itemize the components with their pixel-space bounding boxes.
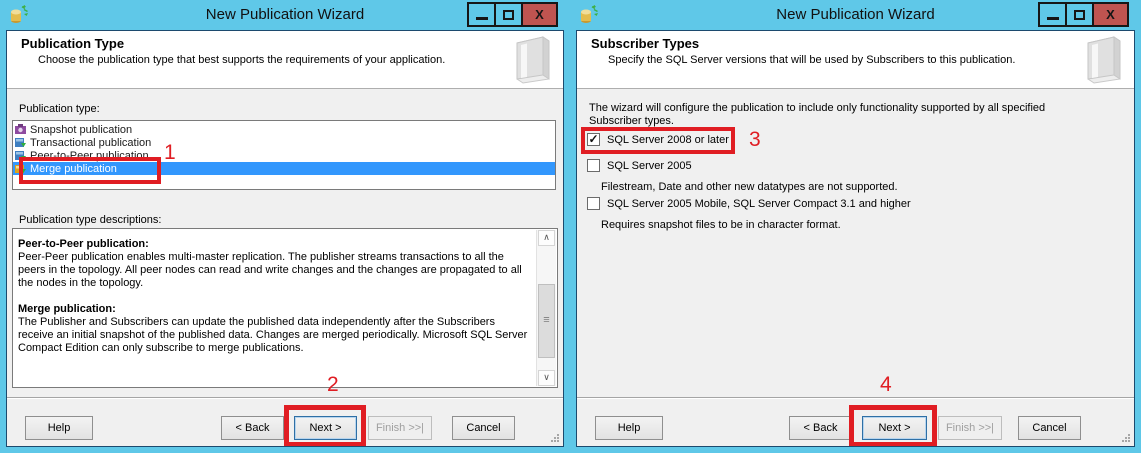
resize-grip[interactable] — [551, 434, 560, 443]
book-icon — [1087, 36, 1121, 84]
titlebar[interactable]: New Publication Wizard X — [0, 0, 570, 30]
next-button[interactable]: Next > — [294, 416, 357, 440]
check-icon: ✓ — [588, 132, 599, 146]
description-body: Peer-Peer publication enables multi-mast… — [18, 251, 522, 289]
screenshot-canvas: New Publication Wizard X Publication Typ… — [0, 0, 1141, 453]
description-body: The Publisher and Subscribers can update… — [18, 316, 528, 354]
peer-to-peer-publication-icon — [15, 151, 26, 160]
close-button[interactable]: X — [521, 2, 558, 27]
minimize-icon — [1046, 17, 1059, 20]
merge-publication-icon — [15, 165, 26, 174]
checkbox-note: Filestream, Date and other new datatypes… — [601, 181, 898, 193]
unchecked-checkbox-icon[interactable] — [587, 159, 600, 172]
checkbox-label: SQL Server 2005 — [607, 159, 692, 172]
page-title: Subscriber Types — [591, 36, 700, 51]
scroll-up-icon[interactable]: ∧ — [538, 230, 555, 246]
list-item-transactional[interactable]: Transactional publication — [13, 136, 555, 149]
list-item-label: Merge publication — [30, 162, 117, 175]
footer-separator — [577, 397, 1134, 399]
maximize-icon — [1074, 9, 1085, 20]
scrollbar-thumb[interactable]: ≡ — [538, 284, 555, 358]
checkbox-note: Requires snapshot files to be in charact… — [601, 219, 841, 231]
close-icon: X — [535, 7, 544, 22]
publication-descriptions-box[interactable]: Peer-to-Peer publication: Peer-Peer publ… — [12, 228, 558, 388]
page-subtitle: Choose the publication type that best su… — [38, 54, 446, 66]
list-item-label: Peer-to-Peer publication — [30, 149, 149, 162]
page-subtitle: Specify the SQL Server versions that wil… — [608, 54, 1016, 66]
wizard-intro-text: The wizard will configure the publicatio… — [589, 102, 1046, 127]
close-icon: X — [1106, 7, 1115, 22]
wizard-banner: Publication Type Choose the publication … — [7, 31, 563, 89]
minimize-button[interactable] — [1038, 2, 1067, 27]
scrollbar[interactable]: ∧ ≡ ∨ — [536, 230, 556, 386]
book-icon — [516, 36, 550, 84]
dialog-body: Publication Type Choose the publication … — [6, 30, 564, 447]
checked-checkbox-icon[interactable]: ✓ — [587, 133, 600, 146]
help-button[interactable]: Help — [25, 416, 93, 440]
finish-button[interactable]: Finish >>| — [938, 416, 1002, 440]
description-title: Peer-to-Peer publication: — [18, 238, 149, 250]
wizard-window-publication-type: New Publication Wizard X Publication Typ… — [0, 0, 570, 453]
scroll-down-icon[interactable]: ∨ — [538, 370, 555, 386]
publication-type-listbox[interactable]: Snapshot publication Transactional publi… — [12, 120, 556, 190]
back-button[interactable]: < Back — [221, 416, 284, 440]
minimize-icon — [475, 17, 488, 20]
checkbox-label: SQL Server 2008 or later — [607, 133, 729, 146]
finish-button[interactable]: Finish >>| — [368, 416, 432, 440]
list-item-label: Snapshot publication — [30, 123, 133, 136]
list-item-label: Transactional publication — [30, 136, 152, 149]
back-button[interactable]: < Back — [789, 416, 852, 440]
unchecked-checkbox-icon[interactable] — [587, 197, 600, 210]
titlebar[interactable]: New Publication Wizard X — [570, 0, 1141, 30]
resize-grip[interactable] — [1122, 434, 1131, 443]
list-item-merge-selected[interactable]: Merge publication — [13, 162, 555, 175]
dialog-body: Subscriber Types Specify the SQL Server … — [576, 30, 1135, 447]
annotation-number-3: 3 — [749, 128, 761, 151]
wizard-window-subscriber-types: New Publication Wizard X Subscriber Type… — [570, 0, 1141, 453]
checkbox-label: SQL Server 2005 Mobile, SQL Server Compa… — [607, 197, 911, 210]
page-title: Publication Type — [21, 36, 125, 51]
transactional-publication-icon — [15, 138, 26, 147]
maximize-button[interactable] — [494, 2, 523, 27]
minimize-button[interactable] — [467, 2, 496, 27]
snapshot-publication-icon — [15, 124, 26, 134]
checkbox-sql2005-mobile[interactable]: SQL Server 2005 Mobile, SQL Server Compa… — [587, 197, 911, 210]
description-title: Merge publication: — [18, 303, 116, 315]
cancel-button[interactable]: Cancel — [452, 416, 515, 440]
annotation-number-4: 4 — [880, 373, 892, 396]
publication-type-label: Publication type: — [19, 103, 100, 115]
maximize-button[interactable] — [1065, 2, 1094, 27]
descriptions-text: Peer-to-Peer publication: Peer-Peer publ… — [13, 229, 536, 387]
cancel-button[interactable]: Cancel — [1018, 416, 1081, 440]
checkbox-sql2008[interactable]: ✓ SQL Server 2008 or later — [587, 133, 729, 146]
list-item-snapshot[interactable]: Snapshot publication — [13, 123, 555, 136]
next-button[interactable]: Next > — [862, 416, 927, 440]
descriptions-label: Publication type descriptions: — [19, 214, 162, 226]
list-item-peer-to-peer[interactable]: Peer-to-Peer publication — [13, 149, 555, 162]
maximize-icon — [503, 9, 514, 20]
wizard-banner: Subscriber Types Specify the SQL Server … — [577, 31, 1134, 89]
help-button[interactable]: Help — [595, 416, 663, 440]
close-button[interactable]: X — [1092, 2, 1129, 27]
checkbox-sql2005[interactable]: SQL Server 2005 — [587, 159, 692, 172]
footer-separator — [7, 397, 563, 399]
